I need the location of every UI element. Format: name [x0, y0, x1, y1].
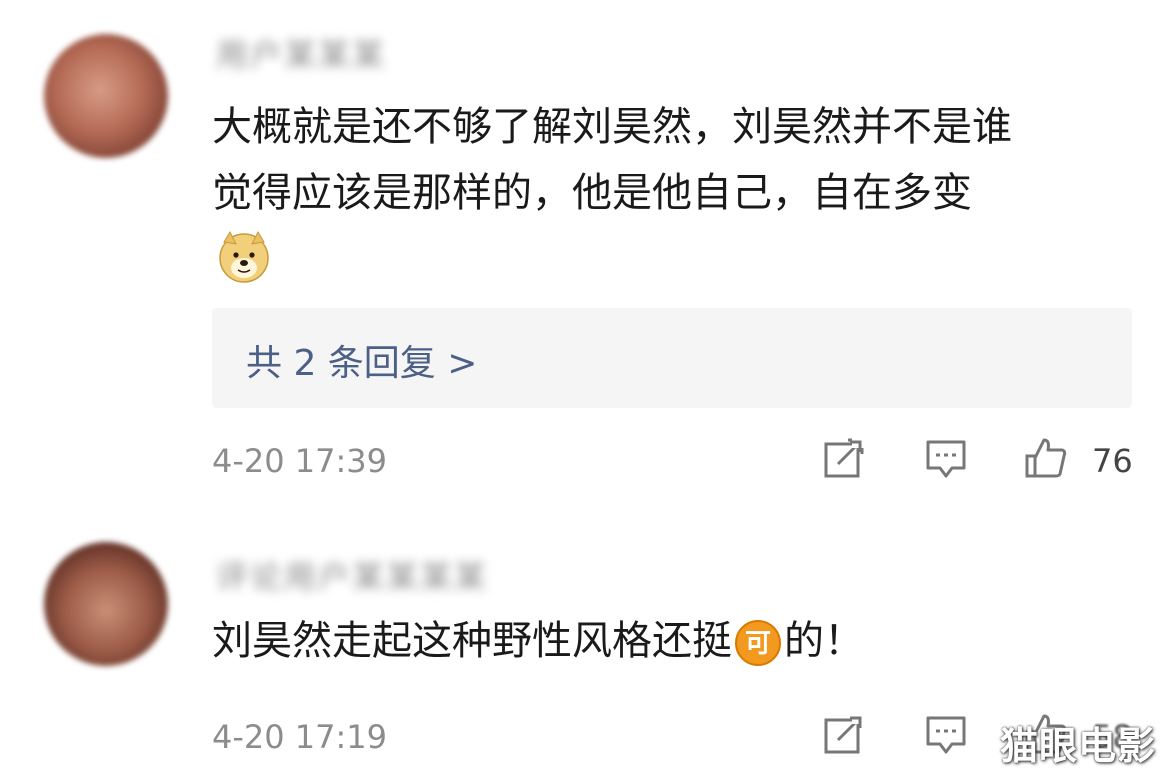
comment-text-part: 刘昊然走起这种野性风格还挺: [212, 618, 732, 664]
view-replies-link[interactable]: 共 2 条回复 >: [246, 334, 477, 386]
username[interactable]: 评论用户某某某某: [216, 552, 488, 598]
comment-text-line: 觉得应该是那样的，他是他自己，自在多变: [212, 170, 972, 216]
avatar[interactable]: [44, 542, 168, 666]
thumbs-up-icon[interactable]: [1024, 436, 1068, 480]
share-icon[interactable]: [822, 712, 866, 756]
username[interactable]: 用户某某某: [216, 30, 386, 76]
comment-text-part: 的！: [784, 618, 864, 664]
comment-item: 用户某某某 大概就是还不够了解刘昊然，刘昊然并不是谁 觉得应该是那样的，他是他自…: [0, 0, 1176, 512]
replies-panel: 共 2 条回复 >: [212, 308, 1132, 408]
like-count: 76: [1092, 442, 1133, 480]
share-icon[interactable]: [822, 436, 866, 480]
ke-emoji-glyph: 可: [745, 629, 771, 659]
timestamp: 4-20 17:39: [212, 442, 388, 480]
comment-icon[interactable]: [924, 436, 968, 480]
ke-emoji-icon: 可: [735, 620, 781, 666]
timestamp: 4-20 17:19: [212, 718, 388, 756]
comment-text-line: 大概就是还不够了解刘昊然，刘昊然并不是谁: [212, 104, 1012, 150]
doge-emoji-icon: [219, 230, 269, 283]
comment-meta: 4-20 17:39 76: [212, 432, 1152, 492]
watermark: 猫眼电影: [999, 724, 1156, 768]
comment-text: 大概就是还不够了解刘昊然，刘昊然并不是谁 觉得应该是那样的，他是他自己，自在多变: [212, 94, 1012, 226]
comment-text: 刘昊然走起这种野性风格还挺 可 的！: [212, 608, 864, 674]
comment-icon[interactable]: [924, 712, 968, 756]
avatar[interactable]: [44, 34, 168, 158]
